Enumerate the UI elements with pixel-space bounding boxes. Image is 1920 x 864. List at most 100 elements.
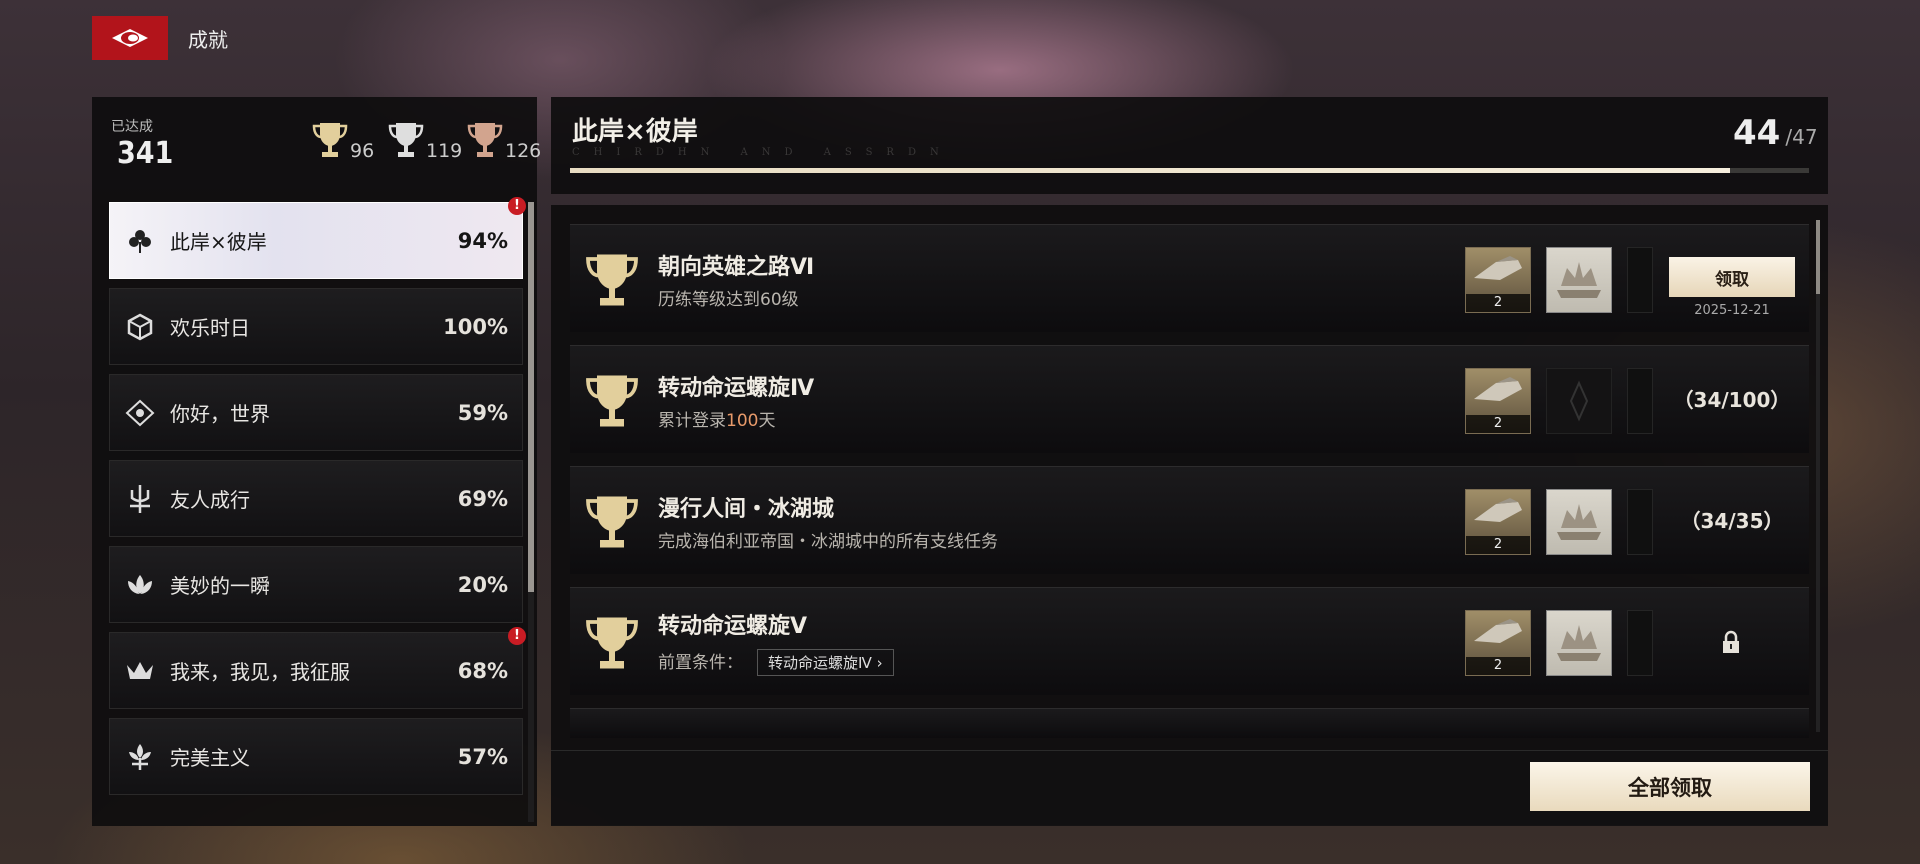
reward-item-1[interactable]: 2 <box>1465 610 1531 676</box>
gold-count: 96 <box>350 140 375 162</box>
highlight-value: 100 <box>726 411 759 431</box>
prereq-label: 前置条件： <box>658 653 743 673</box>
clover-icon <box>124 225 156 257</box>
gold-trophy-icon <box>586 617 638 669</box>
crown-badge-icon <box>1557 504 1601 540</box>
achievement-list: 朝向英雄之路Ⅵ 历练等级达到60级 2 领取 2025-12-21 转动命运螺旋… <box>570 224 1809 751</box>
section-header <box>551 97 1828 194</box>
reward-qty: 2 <box>1466 415 1530 433</box>
category-item-2[interactable]: 欢乐时日 100% <box>109 288 523 365</box>
category-name: 完美主义 <box>170 746 250 770</box>
trident-icon <box>124 483 156 515</box>
section-subtitle: CHIRDHN AND ASSRDN <box>572 147 953 158</box>
bronze-trophy-stat: 126 <box>467 120 542 162</box>
achievement-count: （34/100） <box>1673 388 1791 412</box>
category-name: 你好，世界 <box>170 402 270 426</box>
list-scrollbar-thumb[interactable] <box>1816 220 1820 294</box>
achievement-row: 转动命运螺旋Ⅳ 累计登录100天 2 （34/100） <box>570 345 1809 453</box>
category-name: 友人成行 <box>170 488 250 512</box>
category-item-4[interactable]: 友人成行 69% <box>109 460 523 537</box>
category-scrollbar-thumb[interactable] <box>528 202 534 592</box>
reward-qty: 2 <box>1466 536 1530 554</box>
reward-slot-empty <box>1627 247 1653 313</box>
achieved-count: 341 <box>117 136 174 171</box>
category-percent: 94% <box>457 228 508 253</box>
achievement-row: 转动命运螺旋Ⅴ 前置条件： 转动命运螺旋Ⅳ › 2 <box>570 587 1809 695</box>
category-name: 美妙的一瞬 <box>170 574 270 598</box>
achievement-name: 转动命运螺旋Ⅳ <box>658 376 815 401</box>
crown-icon <box>124 655 156 687</box>
reward-item-2[interactable] <box>1546 489 1612 555</box>
crown-badge-icon <box>1557 262 1601 298</box>
achievement-desc: 完成海伯利亚帝国・冰湖城中的所有支线任务 <box>658 532 998 552</box>
claim-all-button[interactable]: 全部领取 <box>1530 762 1810 811</box>
lock-icon <box>1723 630 1739 653</box>
reward-item-1[interactable]: 2 <box>1465 247 1531 313</box>
category-percent: 57% <box>457 744 508 769</box>
gold-trophy-stat: 96 <box>312 120 375 162</box>
crown-badge-icon <box>1557 625 1601 661</box>
progress-current: 44 <box>1733 113 1781 153</box>
silver-count: 119 <box>426 140 463 162</box>
alert-badge: ! <box>508 627 526 645</box>
achievement-name: 漫行人间・冰湖城 <box>658 497 835 522</box>
claim-date: 2025-12-21 <box>1694 303 1770 318</box>
achievement-count: （34/35） <box>1680 509 1784 533</box>
progress-total: /47 <box>1785 125 1818 149</box>
gear-part-icon <box>1474 256 1522 280</box>
gear-part-icon <box>1474 377 1522 401</box>
fleur-icon <box>124 741 156 773</box>
claim-button[interactable]: 领取 <box>1669 257 1795 297</box>
category-item-3[interactable]: 你好，世界 59% <box>109 374 523 451</box>
category-item-6[interactable]: 我来，我见，我征服 68% ! <box>109 627 526 709</box>
diamond-eye-icon <box>124 397 156 429</box>
reward-item-1[interactable]: 2 <box>1465 368 1531 434</box>
category-name: 欢乐时日 <box>170 316 250 340</box>
category-item-5[interactable]: 美妙的一瞬 20% <box>109 546 523 623</box>
achievement-name: 朝向英雄之路Ⅵ <box>658 255 815 280</box>
category-item-1[interactable]: 此岸×彼岸 94% ! <box>109 197 526 279</box>
category-list: 此岸×彼岸 94% ! 欢乐时日 100% 你好，世界 59% 友人成行 69%… <box>109 197 526 804</box>
game-logo <box>92 16 168 60</box>
progress-bar-fill <box>570 168 1730 173</box>
emblem-placeholder-icon <box>1569 380 1589 422</box>
section-title: 此岸×彼岸 <box>572 117 698 147</box>
gold-trophy-icon <box>586 375 638 427</box>
reward-slot-empty <box>1627 489 1653 555</box>
cube-icon <box>124 311 156 343</box>
category-percent: 100% <box>443 314 508 339</box>
reward-item-1[interactable]: 2 <box>1465 489 1531 555</box>
achievement-desc: 历练等级达到60级 <box>658 290 799 310</box>
silver-trophy-icon <box>388 123 424 157</box>
gold-trophy-icon <box>586 496 638 548</box>
achievement-row: 漫行人间・冰湖城 完成海伯利亚帝国・冰湖城中的所有支线任务 2 （34/35） <box>570 466 1809 574</box>
reward-item-2[interactable] <box>1546 368 1612 434</box>
achievement-prereq: 前置条件： 转动命运螺旋Ⅳ › <box>658 648 894 676</box>
alert-badge: ! <box>508 197 526 215</box>
category-percent: 69% <box>457 486 508 511</box>
gear-part-icon <box>1474 498 1522 522</box>
reward-item-2[interactable] <box>1546 610 1612 676</box>
bronze-trophy-icon <box>467 123 503 157</box>
bronze-count: 126 <box>505 140 542 162</box>
reward-item-2[interactable] <box>1546 247 1612 313</box>
chevron-right-icon: › <box>876 654 883 672</box>
gold-trophy-icon <box>586 254 638 306</box>
achievement-name: 转动命运螺旋Ⅴ <box>658 614 808 639</box>
silver-trophy-stat: 119 <box>388 120 463 162</box>
category-percent: 68% <box>457 658 508 683</box>
reward-slot-empty <box>1627 610 1653 676</box>
reward-slot-empty <box>1627 368 1653 434</box>
achievement-row: 朝向英雄之路Ⅵ 历练等级达到60级 2 领取 2025-12-21 <box>570 224 1809 332</box>
achievement-desc: 累计登录100天 <box>658 411 776 431</box>
list-scrollbar[interactable] <box>1816 220 1820 732</box>
category-item-7[interactable]: 完美主义 57% <box>109 718 523 795</box>
page-title: 成就 <box>188 28 228 52</box>
gear-part-icon <box>1474 619 1522 643</box>
prereq-link[interactable]: 转动命运螺旋Ⅳ › <box>757 649 894 676</box>
category-percent: 59% <box>457 400 508 425</box>
reward-qty: 2 <box>1466 294 1530 312</box>
section-progress: 44 /47 <box>1733 113 1818 153</box>
lotus-icon <box>124 569 156 601</box>
category-name: 我来，我见，我征服 <box>170 660 350 684</box>
